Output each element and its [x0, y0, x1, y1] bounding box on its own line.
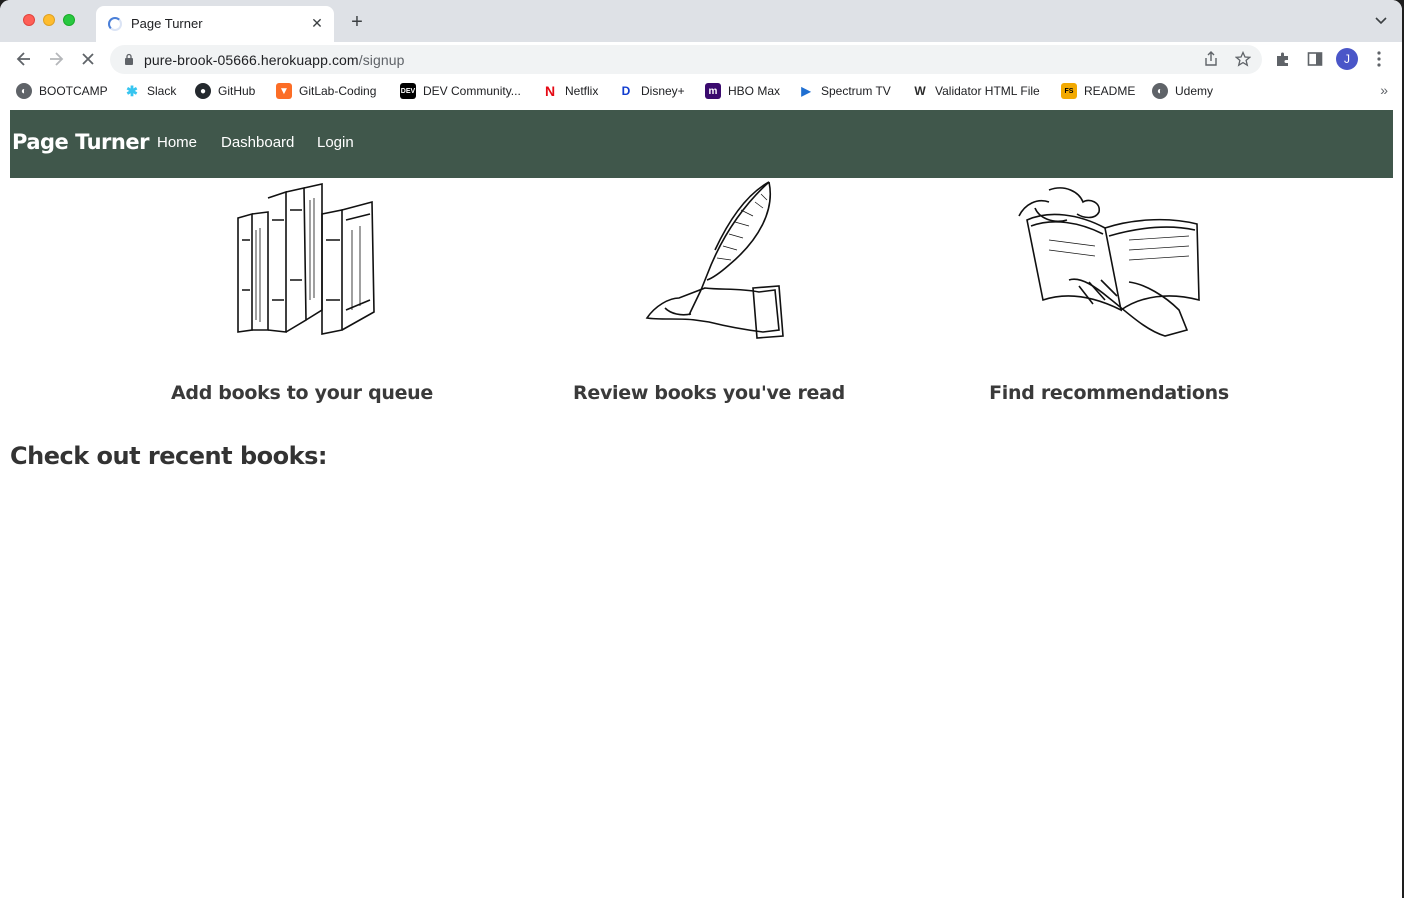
back-button[interactable]	[12, 47, 36, 71]
bookmark-label: Netflix	[565, 84, 599, 98]
browser-toolbar: pure-brook-05666.herokuapp.com/signup J	[0, 42, 1402, 76]
bookmark-spectrum[interactable]: ▶ Spectrum TV	[798, 82, 891, 100]
disney-icon: D	[618, 83, 634, 99]
bookmark-label: Validator HTML File	[935, 84, 1040, 98]
spectrum-icon: ▶	[798, 83, 814, 99]
bookmark-readme[interactable]: FS README	[1061, 82, 1135, 100]
nav-link-login[interactable]: Login	[317, 134, 354, 151]
loading-spinner-icon	[108, 17, 122, 31]
forward-button[interactable]	[44, 47, 68, 71]
tab-strip: Page Turner ✕ +	[0, 0, 1402, 42]
bookmark-label: HBO Max	[728, 84, 781, 98]
lock-icon	[125, 53, 133, 65]
bookmark-label: Udemy	[1175, 84, 1214, 98]
validator-icon: W	[912, 83, 928, 99]
profile-avatar[interactable]: J	[1336, 48, 1358, 70]
close-window-button[interactable]	[23, 14, 35, 26]
open-book-hands-icon	[1018, 187, 1200, 337]
bookmark-label: GitLab-Coding	[299, 84, 377, 98]
books-stack-icon	[237, 183, 375, 335]
tab-close-icon[interactable]: ✕	[308, 14, 326, 32]
site-navbar: Page Turner Home Dashboard Login	[10, 110, 1393, 178]
recent-books-heading: Check out recent books:	[10, 442, 327, 470]
feature-caption: Find recommendations	[989, 382, 1229, 404]
feature-add-books: Add books to your queue	[122, 180, 482, 410]
bookmark-label: README	[1084, 84, 1136, 98]
extensions-puzzle-icon[interactable]	[1271, 47, 1295, 71]
bookmarks-overflow-icon[interactable]: »	[1380, 82, 1388, 98]
hbomax-icon: m	[705, 83, 721, 99]
nav-link-dashboard[interactable]: Dashboard	[221, 134, 294, 151]
minimize-window-button[interactable]	[43, 14, 55, 26]
feature-caption: Add books to your queue	[170, 382, 433, 404]
feature-caption: Review books you've read	[573, 382, 845, 404]
share-icon[interactable]	[1202, 51, 1220, 69]
dev-icon: DEV	[400, 83, 416, 99]
netflix-icon: N	[542, 83, 558, 99]
bookmark-slack[interactable]: ✱ Slack	[124, 82, 176, 100]
url-text: pure-brook-05666.herokuapp.com/signup	[144, 52, 405, 68]
bookmark-hbo-max[interactable]: m HBO Max	[705, 82, 780, 100]
url-path: /signup	[358, 52, 405, 68]
tab-search-chevron-icon[interactable]	[1374, 13, 1390, 29]
new-tab-button[interactable]: +	[346, 11, 368, 33]
tab-title: Page Turner	[131, 16, 203, 31]
bookmark-github[interactable]: ● GitHub	[195, 82, 255, 100]
readme-icon: FS	[1061, 83, 1077, 99]
side-panel-icon[interactable]	[1303, 47, 1327, 71]
maximize-window-button[interactable]	[63, 14, 75, 26]
menu-kebab-icon[interactable]	[1367, 47, 1391, 71]
bookmark-dev-community[interactable]: DEV DEV Community...	[400, 82, 521, 100]
quill-hand-icon	[645, 181, 784, 339]
globe-icon: ◐	[16, 83, 32, 99]
globe-icon: ◐	[1152, 83, 1168, 99]
feature-review-books: Review books you've read	[529, 180, 889, 410]
bookmark-label: Slack	[147, 84, 177, 98]
bookmark-bootcamp[interactable]: ◐ BOOTCAMP	[16, 82, 108, 100]
browser-tab[interactable]: Page Turner ✕	[96, 6, 334, 42]
gitlab-icon: ▼	[276, 83, 292, 99]
stop-loading-button[interactable]	[76, 47, 100, 71]
address-bar[interactable]: pure-brook-05666.herokuapp.com/signup	[110, 45, 1262, 74]
bookmark-validator[interactable]: W Validator HTML File	[912, 82, 1040, 100]
browser-window: Page Turner ✕ + pure-brook-05666.herokua…	[0, 0, 1402, 898]
bookmarks-bar: ◐ BOOTCAMP ✱ Slack ● GitHub ▼ GitLab-Cod…	[0, 78, 1402, 104]
bookmark-netflix[interactable]: N Netflix	[542, 82, 598, 100]
github-icon: ●	[195, 83, 211, 99]
bookmark-udemy[interactable]: ◐ Udemy	[1152, 82, 1213, 100]
page-content: Page Turner Home Dashboard Login Add boo…	[10, 110, 1393, 898]
bookmark-label: BOOTCAMP	[39, 84, 108, 98]
bookmark-star-icon[interactable]	[1234, 50, 1252, 69]
bookmark-label: Spectrum TV	[821, 84, 891, 98]
bookmark-disney[interactable]: D Disney+	[618, 82, 685, 100]
nav-link-home[interactable]: Home	[157, 134, 197, 151]
bookmark-label: GitHub	[218, 84, 256, 98]
bookmark-label: Disney+	[641, 84, 685, 98]
url-host: pure-brook-05666.herokuapp.com	[144, 52, 359, 68]
bookmark-gitlab[interactable]: ▼ GitLab-Coding	[276, 82, 376, 100]
site-brand[interactable]: Page Turner	[12, 130, 149, 154]
bookmark-label: DEV Community...	[423, 84, 521, 98]
feature-find-recommendations: Find recommendations	[929, 180, 1289, 410]
slack-icon: ✱	[124, 83, 140, 99]
